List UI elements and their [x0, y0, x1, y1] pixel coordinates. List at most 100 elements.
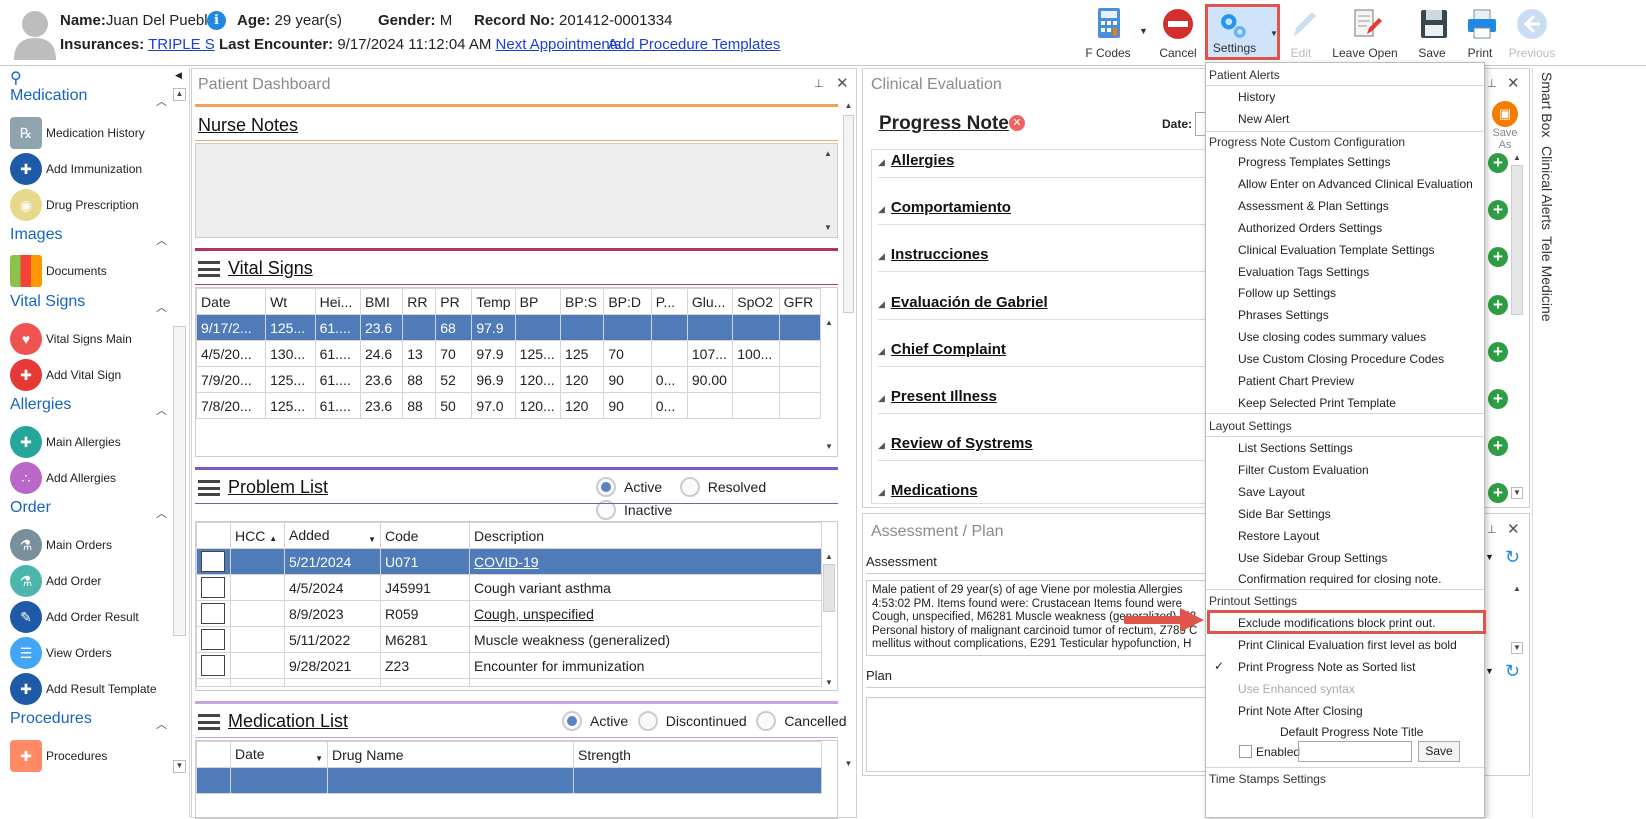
sidebar-item-main-allergies[interactable]: ✚ Main Allergies [10, 425, 121, 459]
problem-description[interactable]: COVID-19 [469, 548, 822, 575]
menu-icon[interactable] [198, 480, 220, 497]
evaluation-section[interactable]: ◢ Comportamiento [878, 199, 1208, 226]
vital-column-header[interactable]: SpO2 [732, 288, 780, 315]
problem-row[interactable]: 4/5/2024 J45991 Cough variant asthma [196, 574, 822, 601]
problem-row[interactable]: 5/11/2022 M6281 Muscle weakness (generaliz… [196, 626, 822, 653]
evaluation-section[interactable]: ◢ Allergies [878, 152, 1208, 178]
search-icon[interactable]: ⚲ [10, 68, 22, 88]
radio-resolved[interactable]: Resolved [679, 477, 766, 497]
sidebar-item-procedures[interactable]: ✚ Procedures [10, 739, 107, 773]
evaluation-section[interactable]: ◢ Instrucciones [878, 246, 1208, 273]
column-drug-name[interactable]: Drug Name [327, 741, 574, 768]
group-order[interactable]: Order [10, 499, 51, 517]
column-strength[interactable]: Strength [573, 741, 822, 768]
chevron-up-icon[interactable]: ︿ [156, 232, 167, 248]
pin-icon[interactable]: ⊥ [1487, 77, 1497, 90]
sidebar-item-add-immunization[interactable]: ✚ Add Immunization [10, 152, 142, 186]
row-checkbox[interactable] [201, 577, 225, 598]
chevron-up-icon[interactable]: ︿ [156, 93, 167, 109]
problem-scrollbar[interactable] [823, 564, 835, 612]
sidebar-item-add-order-result[interactable]: ✎ Add Order Result [10, 600, 139, 634]
menu-item-patient-chart-preview[interactable]: Patient Chart Preview [1238, 374, 1354, 388]
enabled-checkbox[interactable] [1239, 745, 1252, 758]
expand-triangle-icon[interactable]: ◢ [878, 440, 885, 450]
column-hcc[interactable]: HCC ▲ [230, 522, 285, 549]
menu-item-print-progress-note-as-sorted-list[interactable]: Print Progress Note as Sorted list [1238, 660, 1415, 674]
group-allergies[interactable]: Allergies [10, 396, 71, 414]
next-appointments-link[interactable]: Next Appointments [496, 36, 622, 53]
remove-note-icon[interactable]: ✕ [1009, 115, 1025, 131]
pin-icon[interactable]: ⊥ [1487, 523, 1497, 536]
plan-textarea[interactable] [866, 697, 1210, 772]
add-section-icon[interactable]: + [1488, 341, 1508, 362]
vital-column-header[interactable]: PR [435, 288, 473, 315]
menu-item-save-layout[interactable]: Save Layout [1238, 485, 1305, 499]
column-description[interactable]: Description [469, 522, 822, 549]
menu-item-restore-layout[interactable]: Restore Layout [1238, 529, 1319, 543]
notes-scroll-down[interactable]: ▼ [822, 223, 834, 233]
menu-item-side-bar-settings[interactable]: Side Bar Settings [1238, 507, 1331, 521]
previous-button[interactable]: Previous [1508, 2, 1556, 62]
save-as-button[interactable]: ▣ Save As [1487, 101, 1523, 151]
row-checkbox[interactable] [201, 603, 225, 624]
assessment-dropdown-icon[interactable]: ▼ [1485, 552, 1494, 562]
add-section-icon[interactable]: + [1488, 436, 1508, 457]
add-section-icon[interactable]: + [1488, 200, 1508, 221]
edit-button[interactable]: Edit [1284, 2, 1318, 62]
chevron-up-icon[interactable]: ︿ [156, 402, 167, 418]
problem-row[interactable]: 5/21/2024 U071 COVID-19 [196, 548, 822, 575]
add-procedure-templates-link[interactable]: Add Procedure Templates [608, 36, 780, 53]
fcodes-button[interactable]: F Codes [1084, 2, 1132, 62]
settings-button[interactable]: Settings ▼ [1205, 4, 1280, 60]
vital-column-header[interactable]: Date [196, 288, 267, 315]
group-images[interactable]: Images [10, 226, 62, 244]
problem-row[interactable]: 8/9/2023 R059 Cough, unspecified [196, 600, 822, 627]
vital-column-header[interactable]: P... [650, 288, 688, 315]
row-checkbox[interactable] [201, 551, 225, 572]
dashboard-scroll-down[interactable]: ▼ [842, 759, 855, 771]
evaluation-section[interactable]: ◢ Present Illness [878, 388, 1208, 414]
add-section-icon[interactable]: + [1488, 153, 1508, 173]
add-section-icon[interactable]: + [1488, 389, 1508, 409]
menu-item-use-sidebar-group-settings[interactable]: Use Sidebar Group Settings [1238, 551, 1387, 565]
menu-icon[interactable] [198, 714, 220, 731]
group-vital-signs[interactable]: Vital Signs [10, 293, 85, 311]
vital-column-header[interactable]: Temp [471, 288, 516, 315]
vital-scroll-up[interactable]: ▲ [823, 318, 835, 328]
expand-triangle-icon[interactable]: ◢ [878, 204, 885, 214]
ce-scroll-up[interactable]: ▲ [1511, 153, 1523, 163]
column-code[interactable]: Code [380, 522, 470, 549]
row-checkbox[interactable] [201, 655, 225, 676]
expand-triangle-icon[interactable]: ◢ [878, 299, 885, 309]
chevron-up-icon[interactable]: ︿ [156, 716, 167, 732]
problem-scroll-up[interactable]: ▲ [823, 552, 835, 562]
vital-scroll-down[interactable]: ▼ [823, 442, 835, 452]
sidebar-item-add-result-template[interactable]: ✚ Add Result Template [10, 672, 157, 706]
menu-item-list-sections-settings[interactable]: List Sections Settings [1238, 441, 1353, 455]
menu-item-allow-enter-on-advanced-clinical-evaluation[interactable]: Allow Enter on Advanced Clinical Evaluat… [1238, 177, 1473, 191]
problem-description[interactable]: Cough, unspecified [469, 600, 822, 627]
vital-column-header[interactable]: RR [402, 288, 437, 315]
vital-column-header[interactable]: Wt [265, 288, 316, 315]
expand-triangle-icon[interactable]: ◢ [878, 157, 885, 167]
vital-row[interactable]: 9/17/2... 125... 61.... 23.6 68 97.9 [196, 314, 822, 341]
evaluation-section[interactable]: ◢ Medications [878, 482, 1208, 509]
leave-open-button[interactable]: Leave Open [1331, 2, 1399, 62]
sidebar-item-add-order[interactable]: ⚗ Add Order [10, 564, 101, 598]
menu-item-print-clinical-evaluation-first-level-as-bold[interactable]: Print Clinical Evaluation first level as… [1238, 638, 1457, 652]
sidebar-item-vital-signs-main[interactable]: ♥ Vital Signs Main [10, 322, 132, 356]
default-title-input[interactable] [1298, 741, 1412, 762]
menu-item-history[interactable]: History [1238, 90, 1275, 104]
radio-cancelled[interactable]: Cancelled [756, 711, 847, 731]
assess-scroll-up[interactable]: ▲ [1511, 584, 1523, 594]
default-title-save-button[interactable]: Save [1418, 741, 1460, 762]
vital-column-header[interactable]: BP:S [560, 288, 605, 315]
refresh-icon[interactable]: ↻ [1505, 661, 1520, 682]
menu-item-assessment-plan-settings[interactable]: Assessment & Plan Settings [1238, 199, 1389, 213]
ce-scroll-down[interactable]: ▼ [1511, 487, 1523, 499]
fcodes-dropdown-icon[interactable]: ▼ [1139, 26, 1148, 36]
assess-scroll-down[interactable]: ▼ [1511, 642, 1523, 654]
add-section-icon[interactable]: + [1488, 247, 1508, 268]
insurance-link[interactable]: TRIPLE S [148, 36, 215, 53]
group-procedures[interactable]: Procedures [10, 710, 92, 728]
